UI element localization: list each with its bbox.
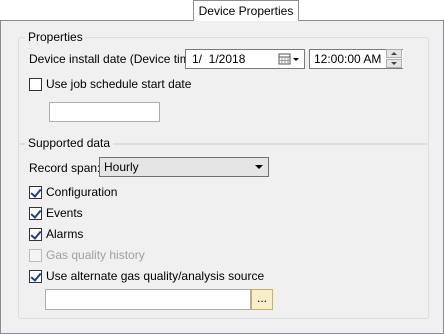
alarms-label[interactable]: Alarms	[46, 227, 83, 242]
calendar-dropdown-icon[interactable]	[278, 53, 302, 66]
install-date-label: Device install date (Device time):	[29, 52, 204, 66]
time-spinner[interactable]	[386, 49, 402, 68]
supported-data-group: Supported data Record span: Hourly Confi…	[18, 136, 429, 319]
gas-quality-history-checkbox	[29, 249, 42, 262]
device-properties-panel: Properties Device install date (Device t…	[0, 20, 444, 334]
install-date-value: 1/ 1/2018	[192, 52, 246, 66]
record-span-select[interactable]: Hourly	[99, 157, 269, 177]
tab-device-properties[interactable]: Device Properties	[193, 0, 299, 21]
record-span-value: Hourly	[104, 160, 139, 174]
gas-quality-history-label: Gas quality history	[46, 248, 145, 262]
job-schedule-date-field[interactable]	[49, 102, 160, 122]
use-alternate-gas-source-label[interactable]: Use alternate gas quality/analysis sourc…	[46, 269, 264, 284]
chevron-down-icon	[255, 165, 263, 169]
install-date-field[interactable]: 1/ 1/2018	[185, 49, 305, 69]
use-alternate-gas-source-checkbox[interactable]	[29, 270, 42, 283]
supported-data-legend: Supported data	[25, 136, 114, 151]
browse-button[interactable]: ...	[251, 289, 273, 310]
use-job-schedule-checkbox[interactable]	[29, 78, 42, 91]
events-label[interactable]: Events	[46, 206, 83, 221]
properties-group: Properties Device install date (Device t…	[18, 30, 429, 145]
gas-source-field[interactable]	[45, 289, 251, 310]
events-checkbox[interactable]	[29, 207, 42, 220]
time-up-arrow-icon[interactable]	[386, 49, 402, 58]
record-span-label: Record span:	[29, 161, 101, 175]
configuration-checkbox[interactable]	[29, 186, 42, 199]
properties-legend: Properties	[25, 30, 86, 45]
alarms-checkbox[interactable]	[29, 228, 42, 241]
configuration-label[interactable]: Configuration	[46, 185, 117, 200]
time-down-arrow-icon[interactable]	[386, 59, 402, 68]
install-time-value: 12:00:00 AM	[314, 52, 382, 66]
use-job-schedule-label[interactable]: Use job schedule start date	[46, 77, 191, 92]
